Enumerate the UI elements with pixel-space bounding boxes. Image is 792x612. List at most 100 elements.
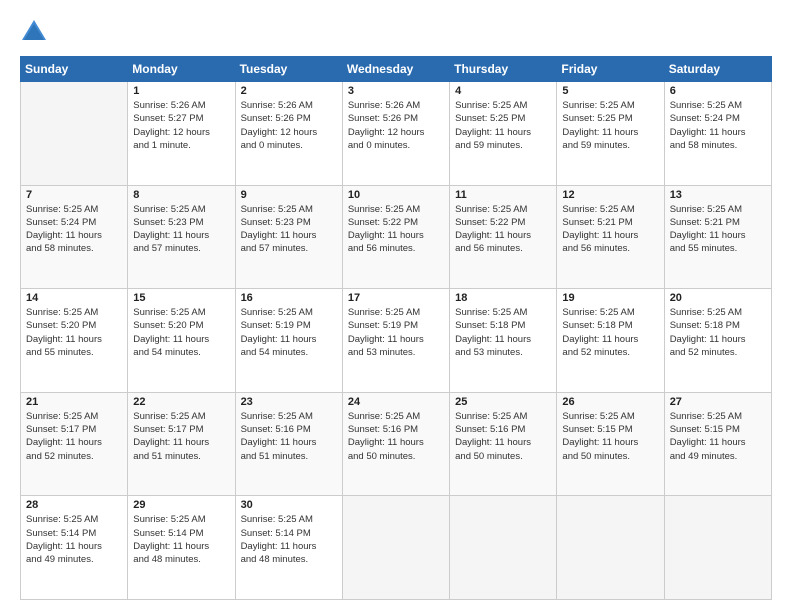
day-detail: Sunrise: 5:25 AM Sunset: 5:14 PM Dayligh… <box>241 513 337 566</box>
day-number: 25 <box>455 396 551 408</box>
page: SundayMondayTuesdayWednesdayThursdayFrid… <box>0 0 792 612</box>
day-detail: Sunrise: 5:25 AM Sunset: 5:16 PM Dayligh… <box>241 410 337 463</box>
week-row-3: 14 Sunrise: 5:25 AM Sunset: 5:20 PM Dayli… <box>21 289 772 393</box>
day-cell: 26 Sunrise: 5:25 AM Sunset: 5:15 PM Dayli… <box>557 392 664 496</box>
day-cell: 15 Sunrise: 5:25 AM Sunset: 5:20 PM Dayli… <box>128 289 235 393</box>
day-number: 22 <box>133 396 229 408</box>
day-number: 21 <box>26 396 122 408</box>
day-cell: 9 Sunrise: 5:25 AM Sunset: 5:23 PM Daylig… <box>235 185 342 289</box>
week-row-2: 7 Sunrise: 5:25 AM Sunset: 5:24 PM Daylig… <box>21 185 772 289</box>
calendar-table: SundayMondayTuesdayWednesdayThursdayFrid… <box>20 56 772 600</box>
day-cell: 5 Sunrise: 5:25 AM Sunset: 5:25 PM Daylig… <box>557 82 664 186</box>
header-row: SundayMondayTuesdayWednesdayThursdayFrid… <box>21 57 772 82</box>
day-number: 11 <box>455 189 551 201</box>
day-detail: Sunrise: 5:26 AM Sunset: 5:26 PM Dayligh… <box>348 99 444 152</box>
day-cell: 29 Sunrise: 5:25 AM Sunset: 5:14 PM Dayli… <box>128 496 235 600</box>
day-number: 7 <box>26 189 122 201</box>
day-number: 15 <box>133 292 229 304</box>
day-cell: 23 Sunrise: 5:25 AM Sunset: 5:16 PM Dayli… <box>235 392 342 496</box>
day-cell: 12 Sunrise: 5:25 AM Sunset: 5:21 PM Dayli… <box>557 185 664 289</box>
day-cell: 17 Sunrise: 5:25 AM Sunset: 5:19 PM Dayli… <box>342 289 449 393</box>
day-detail: Sunrise: 5:25 AM Sunset: 5:21 PM Dayligh… <box>670 203 766 256</box>
logo-icon <box>20 18 48 46</box>
day-cell: 27Sunrise: 5:25 AM Sunset: 5:15 PM Dayli… <box>664 392 771 496</box>
day-cell: 28 Sunrise: 5:25 AM Sunset: 5:14 PM Dayli… <box>21 496 128 600</box>
day-detail: Sunrise: 5:25 AM Sunset: 5:19 PM Dayligh… <box>241 306 337 359</box>
day-number: 8 <box>133 189 229 201</box>
day-detail: Sunrise: 5:25 AM Sunset: 5:22 PM Dayligh… <box>348 203 444 256</box>
day-detail: Sunrise: 5:25 AM Sunset: 5:23 PM Dayligh… <box>133 203 229 256</box>
day-detail: Sunrise: 5:25 AM Sunset: 5:20 PM Dayligh… <box>133 306 229 359</box>
day-cell <box>450 496 557 600</box>
col-header-thursday: Thursday <box>450 57 557 82</box>
day-detail: Sunrise: 5:25 AM Sunset: 5:24 PM Dayligh… <box>26 203 122 256</box>
day-detail: Sunrise: 5:25 AM Sunset: 5:21 PM Dayligh… <box>562 203 658 256</box>
day-number: 3 <box>348 85 444 97</box>
day-cell: 11 Sunrise: 5:25 AM Sunset: 5:22 PM Dayli… <box>450 185 557 289</box>
day-number: 14 <box>26 292 122 304</box>
col-header-monday: Monday <box>128 57 235 82</box>
col-header-wednesday: Wednesday <box>342 57 449 82</box>
day-detail: Sunrise: 5:25 AM Sunset: 5:25 PM Dayligh… <box>455 99 551 152</box>
day-cell: 3 Sunrise: 5:26 AM Sunset: 5:26 PM Daylig… <box>342 82 449 186</box>
day-cell: 8 Sunrise: 5:25 AM Sunset: 5:23 PM Daylig… <box>128 185 235 289</box>
day-cell: 2 Sunrise: 5:26 AM Sunset: 5:26 PM Daylig… <box>235 82 342 186</box>
day-cell: 6 Sunrise: 5:25 AM Sunset: 5:24 PM Daylig… <box>664 82 771 186</box>
day-detail: Sunrise: 5:25 AM Sunset: 5:18 PM Dayligh… <box>562 306 658 359</box>
day-cell: 4 Sunrise: 5:25 AM Sunset: 5:25 PM Daylig… <box>450 82 557 186</box>
day-number: 19 <box>562 292 658 304</box>
day-number: 6 <box>670 85 766 97</box>
week-row-5: 28 Sunrise: 5:25 AM Sunset: 5:14 PM Dayli… <box>21 496 772 600</box>
day-number: 1 <box>133 85 229 97</box>
day-number: 12 <box>562 189 658 201</box>
col-header-saturday: Saturday <box>664 57 771 82</box>
day-detail: Sunrise: 5:25 AM Sunset: 5:14 PM Dayligh… <box>133 513 229 566</box>
day-number: 24 <box>348 396 444 408</box>
day-detail: Sunrise: 5:25 AM Sunset: 5:20 PM Dayligh… <box>26 306 122 359</box>
day-number: 17 <box>348 292 444 304</box>
day-detail: Sunrise: 5:25 AM Sunset: 5:22 PM Dayligh… <box>455 203 551 256</box>
day-detail: Sunrise: 5:25 AM Sunset: 5:25 PM Dayligh… <box>562 99 658 152</box>
day-cell: 30 Sunrise: 5:25 AM Sunset: 5:14 PM Dayli… <box>235 496 342 600</box>
header <box>20 18 772 46</box>
day-detail: Sunrise: 5:26 AM Sunset: 5:27 PM Dayligh… <box>133 99 229 152</box>
day-cell: 7 Sunrise: 5:25 AM Sunset: 5:24 PM Daylig… <box>21 185 128 289</box>
day-number: 28 <box>26 499 122 511</box>
day-detail: Sunrise: 5:25 AM Sunset: 5:17 PM Dayligh… <box>26 410 122 463</box>
day-detail: Sunrise: 5:25 AM Sunset: 5:15 PM Dayligh… <box>562 410 658 463</box>
day-number: 9 <box>241 189 337 201</box>
day-cell: 20Sunrise: 5:25 AM Sunset: 5:18 PM Dayli… <box>664 289 771 393</box>
day-detail: Sunrise: 5:25 AM Sunset: 5:18 PM Dayligh… <box>455 306 551 359</box>
day-cell: 13 Sunrise: 5:25 AM Sunset: 5:21 PM Dayli… <box>664 185 771 289</box>
day-detail: Sunrise: 5:25 AM Sunset: 5:16 PM Dayligh… <box>455 410 551 463</box>
week-row-1: 1 Sunrise: 5:26 AM Sunset: 5:27 PM Daylig… <box>21 82 772 186</box>
day-cell: 14 Sunrise: 5:25 AM Sunset: 5:20 PM Dayli… <box>21 289 128 393</box>
day-number: 2 <box>241 85 337 97</box>
day-detail: Sunrise: 5:25 AM Sunset: 5:14 PM Dayligh… <box>26 513 122 566</box>
day-number: 26 <box>562 396 658 408</box>
day-cell: 25 Sunrise: 5:25 AM Sunset: 5:16 PM Dayli… <box>450 392 557 496</box>
day-number: 18 <box>455 292 551 304</box>
day-number: 5 <box>562 85 658 97</box>
day-number: 10 <box>348 189 444 201</box>
day-number: 27 <box>670 396 766 408</box>
day-number: 30 <box>241 499 337 511</box>
day-number: 23 <box>241 396 337 408</box>
day-number: 29 <box>133 499 229 511</box>
day-cell <box>557 496 664 600</box>
day-detail: Sunrise: 5:25 AM Sunset: 5:16 PM Dayligh… <box>348 410 444 463</box>
day-number: 16 <box>241 292 337 304</box>
day-number: 13 <box>670 189 766 201</box>
day-cell <box>664 496 771 600</box>
day-detail: Sunrise: 5:25 AM Sunset: 5:19 PM Dayligh… <box>348 306 444 359</box>
day-number: 20 <box>670 292 766 304</box>
day-cell: 1 Sunrise: 5:26 AM Sunset: 5:27 PM Daylig… <box>128 82 235 186</box>
day-detail: Sunrise: 5:25 AM Sunset: 5:23 PM Dayligh… <box>241 203 337 256</box>
day-cell: 21 Sunrise: 5:25 AM Sunset: 5:17 PM Dayli… <box>21 392 128 496</box>
day-detail: Sunrise: 5:25 AM Sunset: 5:24 PM Dayligh… <box>670 99 766 152</box>
day-number: 4 <box>455 85 551 97</box>
col-header-sunday: Sunday <box>21 57 128 82</box>
day-cell <box>342 496 449 600</box>
day-cell <box>21 82 128 186</box>
day-detail: Sunrise: 5:26 AM Sunset: 5:26 PM Dayligh… <box>241 99 337 152</box>
